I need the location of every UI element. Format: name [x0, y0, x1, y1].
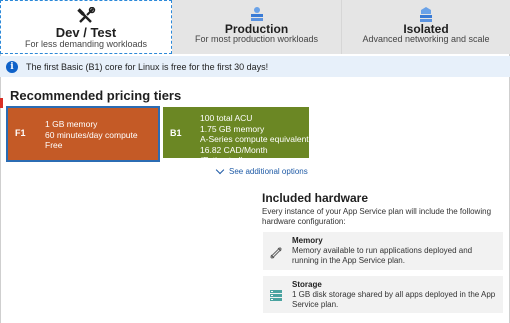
see-more-label: See additional options [229, 167, 308, 176]
pricing-tier-f1[interactable]: F1 1 GB memory 60 minutes/day compute Fr… [6, 106, 160, 162]
tier-line: 16.82 CAD/Month (Estimated) [200, 144, 268, 166]
info-text: The first Basic (B1) core for Linux is f… [26, 61, 269, 72]
tier-details: 100 total ACU 1.75 GB memory A-Series co… [200, 113, 309, 166]
hardware-item-storage: Storage 1 GB disk storage shared by all … [263, 276, 503, 313]
tab-dev-test[interactable]: Dev / Test For less demanding workloads [0, 0, 172, 54]
hardware-item-name: Storage [292, 280, 322, 289]
tab-isolated[interactable]: Isolated Advanced networking and scale [342, 0, 510, 54]
tier-code: F1 [15, 128, 26, 138]
tier-line: 60 minutes/day compute [45, 129, 138, 140]
tier-code: B1 [170, 128, 182, 138]
tier-line: 100 total ACU [200, 113, 253, 123]
hardware-item-memory: Memory Memory available to run applicati… [263, 232, 503, 270]
hardware-description: Every instance of your App Service plan … [262, 207, 492, 226]
tab-subtitle: For less demanding workloads [24, 39, 148, 49]
hardware-title: Included hardware [262, 191, 369, 205]
tab-subtitle: For most production workloads [194, 34, 319, 44]
tier-line: 1 GB memory [45, 119, 98, 129]
storage-icon [270, 290, 282, 301]
chevron-down-icon [215, 165, 225, 175]
pricing-tabs: Dev / Test For less demanding workloads … [0, 0, 510, 54]
section-title-pricing: Recommended pricing tiers [10, 88, 182, 103]
hardware-item-name: Memory [292, 236, 323, 245]
pricing-tier-b1[interactable]: B1 100 total ACU 1.75 GB memory A-Series… [163, 107, 309, 165]
see-additional-options-link[interactable]: See additional options [215, 165, 308, 176]
hardware-item-desc: Memory available to run applications dep… [292, 246, 473, 265]
tier-line: A-Series compute equivalent [200, 134, 309, 144]
validation-marker [0, 98, 3, 108]
info-banner: i The first Basic (B1) core for Linux is… [0, 56, 510, 77]
memory-icon [270, 247, 282, 259]
tab-production[interactable]: Production For most production workloads [172, 0, 342, 54]
tier-line: 1.75 GB memory [200, 123, 265, 134]
tier-line: Free [45, 140, 63, 150]
hardware-item-desc: 1 GB disk storage shared by all apps dep… [292, 290, 496, 309]
tools-icon [77, 7, 96, 23]
tier-details: 1 GB memory 60 minutes/day compute Free [45, 119, 138, 151]
tab-subtitle: Advanced networking and scale [362, 34, 490, 44]
info-icon: i [6, 60, 18, 73]
tab-label: Dev / Test [55, 25, 117, 40]
